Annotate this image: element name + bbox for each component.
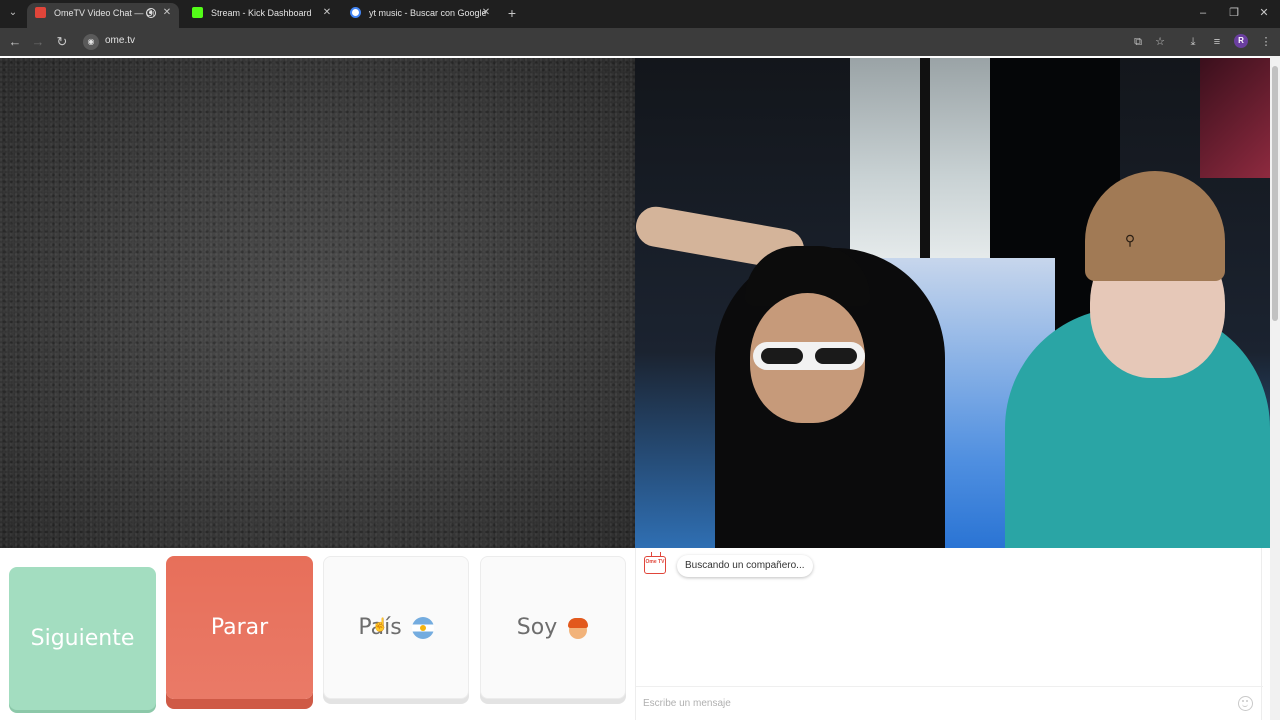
browser-tab-strip: ⌄ OmeTV Video Chat — Ome ✕ Stream - Kick… [0, 0, 1280, 28]
ometv-page: ⚲ Siguiente Parar País Soy ☝ Ome TV Busc… [0, 56, 1280, 720]
boy-emoji-icon [567, 617, 589, 639]
url-text: ome.tv [105, 35, 136, 46]
status-message: Buscando un compañero... [677, 555, 813, 577]
recording-indicator-icon [146, 8, 156, 18]
chat-panel: Ome TV Buscando un compañero... [635, 548, 1263, 720]
ometv-favicon-icon [35, 7, 46, 18]
close-window-icon[interactable]: ✕ [1257, 6, 1271, 20]
stop-button[interactable]: Parar [166, 556, 313, 699]
kick-favicon-icon [192, 7, 203, 18]
restore-icon[interactable]: ❐ [1227, 6, 1241, 20]
argentina-flag-icon [411, 616, 434, 639]
google-favicon-icon [350, 7, 361, 18]
profile-avatar[interactable]: R [1234, 34, 1248, 48]
gender-button[interactable]: Soy [480, 556, 626, 699]
hand-cursor-icon: ☝ [372, 617, 389, 632]
next-button-label: Siguiente [30, 626, 135, 651]
local-video-static [0, 58, 635, 548]
gender-button-label: Soy [516, 615, 558, 640]
stop-button-label: Parar [210, 615, 269, 640]
back-arrow-icon[interactable]: ← [7, 34, 23, 50]
site-info-icon[interactable]: ◉ [83, 34, 99, 50]
more-menu-icon[interactable]: ⋮ [1258, 34, 1274, 50]
next-button[interactable]: Siguiente [9, 567, 156, 710]
reload-icon[interactable]: ↻ [54, 34, 70, 50]
forward-arrow-icon[interactable]: → [30, 34, 46, 50]
country-filter-button[interactable]: País [323, 556, 469, 699]
scrollbar-thumb[interactable] [1272, 66, 1278, 321]
tab-title: yt music - Buscar con Google [369, 8, 487, 18]
message-bar [636, 686, 1263, 720]
bookmark-star-icon[interactable]: ☆ [1152, 34, 1168, 50]
tab-search-chevron-icon[interactable]: ⌄ [5, 5, 21, 21]
tab-title: OmeTV Video Chat — Ome [54, 8, 154, 18]
video-red-poster [1200, 58, 1270, 178]
download-icon[interactable]: ⤓ [1185, 34, 1201, 50]
address-bar[interactable]: ◉ ome.tv [80, 31, 1180, 53]
tab-ometv[interactable]: OmeTV Video Chat — Ome ✕ [27, 3, 179, 28]
browser-toolbar: ← → ↻ ◉ ome.tv ⧉ ☆ ⤓ ≡ ⋮ [0, 28, 1280, 56]
video-sunglasses [753, 342, 865, 370]
video-window [850, 58, 1000, 258]
minimize-icon[interactable]: – [1196, 6, 1210, 20]
tab-kick-dashboard[interactable]: Stream - Kick Dashboard ✕ [184, 3, 339, 28]
close-tab-icon[interactable]: ✕ [480, 3, 492, 23]
tab-google-search[interactable]: yt music - Buscar con Google ✕ [342, 3, 498, 28]
media-control-icon[interactable]: ≡ [1209, 34, 1225, 50]
message-input[interactable] [643, 693, 1223, 713]
partner-video: ⚲ [635, 58, 1270, 548]
cap-logo-icon: ⚲ [1124, 232, 1136, 248]
emoji-smiley-icon[interactable] [1238, 696, 1253, 711]
ometv-logo-icon: Ome TV [644, 556, 666, 574]
new-tab-button[interactable]: + [505, 5, 519, 21]
cast-icon[interactable]: ⧉ [1130, 34, 1146, 50]
page-scrollbar[interactable] [1270, 56, 1280, 720]
close-tab-icon[interactable]: ✕ [321, 3, 333, 23]
tab-title: Stream - Kick Dashboard [211, 8, 312, 18]
close-tab-icon[interactable]: ✕ [161, 3, 173, 23]
